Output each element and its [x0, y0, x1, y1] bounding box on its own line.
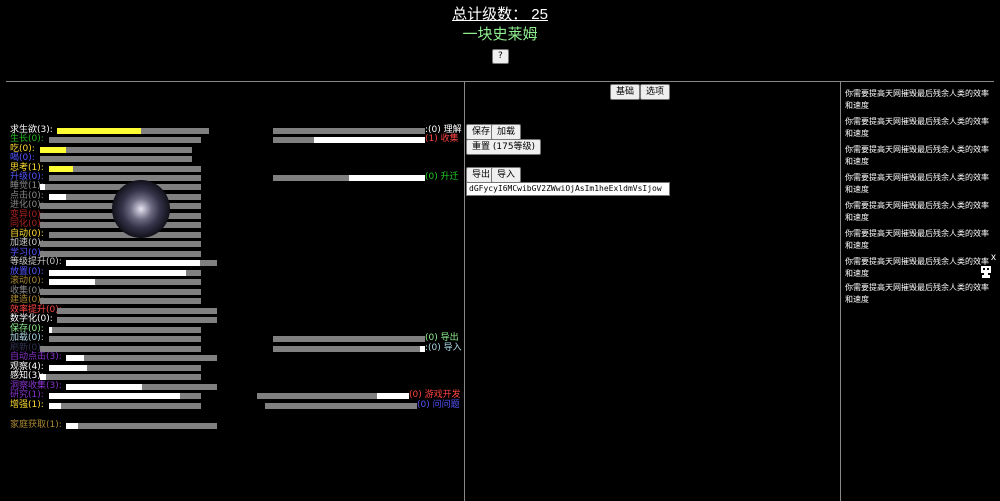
action-progress-bar[interactable] [257, 393, 409, 399]
stat-progress-bar[interactable] [49, 270, 201, 276]
stat-progress-bar[interactable] [40, 147, 192, 153]
stat-progress-bar[interactable] [40, 251, 201, 257]
robot-icon[interactable] [980, 265, 992, 279]
stat-progress-bar[interactable] [49, 336, 201, 342]
stat-progress-fill [57, 128, 141, 134]
stat-label: 睡觉(1): [10, 181, 44, 191]
tab-options[interactable]: 选项 [640, 84, 671, 100]
stat-label: 感知(3): [10, 371, 44, 381]
action-progress-fill [314, 137, 425, 143]
action-progress-bar[interactable] [273, 175, 425, 181]
stat-progress-bar[interactable] [49, 365, 201, 371]
message-item: 你需要提高天网摧毁最后残余人类的效率和速度 [845, 89, 989, 110]
stat-label: 增强(1): [10, 400, 44, 410]
total-level-heading: 总计级数： 25 [0, 6, 1000, 24]
message-item: 你需要提高天网摧毁最后残余人类的效率和速度 [845, 173, 989, 194]
stat-label: 进化(0): [10, 200, 44, 210]
import-button[interactable]: 导入 [491, 167, 522, 183]
stat-label: 自动点击(3): [10, 352, 62, 362]
stat-progress-bar[interactable] [57, 317, 217, 323]
stat-progress-fill [49, 279, 95, 285]
stat-progress-fill [40, 184, 45, 190]
action-progress-fill [377, 393, 409, 399]
action-label[interactable]: (0) 导出 [425, 334, 459, 343]
stat-progress-fill [49, 393, 180, 399]
help-button[interactable]: ? [492, 49, 509, 64]
action-progress-bar[interactable] [273, 128, 425, 134]
close-icon[interactable]: x [991, 253, 996, 263]
stat-label: 喝(0): [10, 153, 35, 163]
save-code-field[interactable]: dGFycyI6MCwibGV2ZWwiOjAsIm1heExldmVsIjow [466, 182, 670, 196]
message-item: 你需要提高天网摧毁最后残余人类的效率和速度 [845, 229, 989, 250]
stat-label: 滚动(0): [10, 276, 44, 286]
reset-button[interactable]: 重置 (175等级) [466, 139, 542, 155]
stat-progress-bar[interactable] [40, 374, 201, 380]
creature-name: 一块史莱姆 [462, 26, 538, 43]
action-label[interactable]: (0) 问问题 [417, 401, 460, 410]
top-divider [6, 81, 994, 82]
stat-progress-bar[interactable] [57, 308, 217, 314]
stat-progress-fill [40, 147, 66, 153]
action-label[interactable]: :(0) 导入 [425, 344, 462, 353]
stat-progress-bar[interactable] [66, 384, 217, 390]
stat-progress-fill [49, 403, 61, 409]
action-label[interactable]: (1) 收集 [425, 135, 459, 144]
stat-progress-bar[interactable] [49, 327, 201, 333]
total-level-label: 总计级数： [452, 6, 528, 23]
stat-progress-bar[interactable] [66, 423, 217, 429]
action-progress-bar[interactable] [273, 336, 425, 342]
stat-label: 家庭获取(1): [10, 420, 62, 430]
stat-label: 建造(0): [10, 295, 44, 305]
stat-progress-fill [66, 355, 84, 361]
stat-progress-fill [49, 327, 52, 333]
stat-progress-fill [49, 194, 66, 200]
message-item: 你需要提高天网摧毁最后残余人类的效率和速度 [845, 145, 989, 166]
stat-label: 同化(0): [10, 219, 44, 229]
stat-progress-bar[interactable] [49, 166, 201, 172]
stat-progress-fill [66, 384, 142, 390]
action-progress-bar[interactable] [273, 346, 425, 352]
stat-progress-bar[interactable] [49, 137, 201, 143]
message-item: 你需要提高天网摧毁最后残余人类的效率和速度 [845, 257, 989, 278]
tab-basic[interactable]: 基础 [610, 84, 641, 100]
stat-progress-bar[interactable] [66, 260, 217, 266]
action-label[interactable]: (0) 游戏开发 [409, 391, 461, 400]
action-progress-bar[interactable] [265, 403, 417, 409]
stat-progress-bar[interactable] [49, 175, 201, 181]
stat-label: 等级提升(0): [10, 257, 62, 267]
stat-label: 研究(1): [10, 390, 44, 400]
stat-progress-bar[interactable] [49, 393, 201, 399]
stat-progress-bar[interactable] [66, 355, 217, 361]
action-progress-fill [349, 175, 425, 181]
stat-progress-fill [66, 260, 200, 266]
action-label[interactable]: (0) 升迁 [425, 173, 459, 182]
galaxy-image [112, 180, 170, 238]
stat-progress-bar[interactable] [40, 156, 192, 162]
message-item: 你需要提高天网摧毁最后残余人类的效率和速度 [845, 201, 989, 222]
stat-progress-bar[interactable] [57, 128, 209, 134]
stat-progress-fill [40, 374, 46, 380]
message-item: 你需要提高天网摧毁最后残余人类的效率和速度 [845, 283, 989, 304]
right-panel-divider [840, 82, 841, 501]
stat-progress-bar[interactable] [49, 279, 201, 285]
stat-progress-bar[interactable] [49, 403, 201, 409]
message-item: 你需要提高天网摧毁最后残余人类的效率和速度 [845, 117, 989, 138]
load-button[interactable]: 加载 [491, 124, 522, 140]
stat-progress-bar[interactable] [40, 241, 201, 247]
stat-progress-bar[interactable] [40, 298, 201, 304]
stat-progress-fill [49, 365, 87, 371]
stat-progress-fill [66, 423, 78, 429]
stat-progress-fill [49, 166, 73, 172]
action-progress-bar[interactable] [273, 137, 425, 143]
stat-progress-bar[interactable] [40, 346, 201, 352]
stat-progress-bar[interactable] [40, 289, 201, 295]
stat-label: 数学化(0): [10, 314, 53, 324]
stat-label: 生长(0): [10, 134, 44, 144]
left-panel-divider [464, 82, 465, 501]
stat-label: 加载(0): [10, 333, 44, 343]
stat-progress-fill [49, 270, 186, 276]
total-level-value: 25 [531, 6, 548, 23]
stat-label: 加速(0): [10, 238, 44, 248]
